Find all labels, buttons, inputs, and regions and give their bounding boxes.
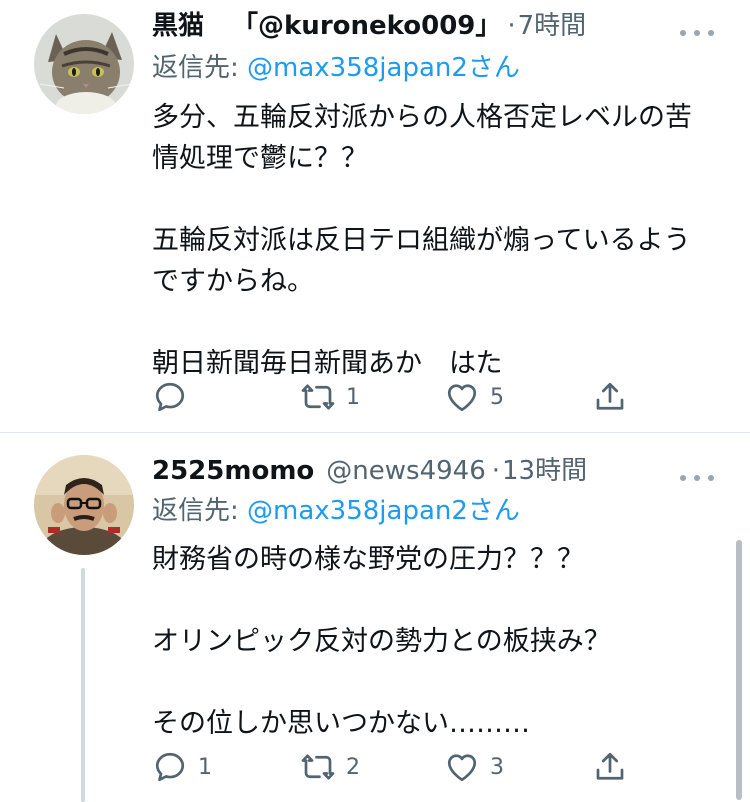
scrollbar[interactable] xyxy=(736,540,742,800)
reply-button[interactable] xyxy=(152,377,198,417)
tweet[interactable]: 2525momo @news4946 · 13時間 返信先: @max358ja… xyxy=(0,433,750,802)
avatar[interactable] xyxy=(34,14,134,114)
tweet-text-line: オリンピック反対の勢力との板挟み？ xyxy=(152,626,611,657)
like-button[interactable]: 3 xyxy=(444,747,504,787)
retweet-button[interactable]: 2 xyxy=(300,747,360,787)
share-button[interactable] xyxy=(592,747,628,787)
like-count: 5 xyxy=(490,384,504,410)
share-icon xyxy=(596,382,624,410)
tweet[interactable]: 黒猫 「@kuroneko009」 · 7時間 返信先: @max358japa… xyxy=(0,0,750,432)
share-button[interactable] xyxy=(592,377,628,417)
reply-count: 1 xyxy=(198,754,212,780)
more-icon[interactable] xyxy=(680,463,714,493)
reply-icon xyxy=(155,752,185,782)
heart-icon xyxy=(447,754,477,782)
display-name[interactable]: 2525momo xyxy=(152,453,314,489)
reply-to-handle[interactable]: @max358japan2さん xyxy=(247,53,520,83)
retweet-icon xyxy=(301,754,335,780)
tweet-text-line xyxy=(152,662,722,703)
tweet-text-line: 多分、五輪反対派からの人格否定レベルの苦 xyxy=(152,102,692,133)
user-handle[interactable]: @news4946 xyxy=(326,453,485,489)
timestamp[interactable]: 7時間 xyxy=(518,8,587,44)
tweet-actions: 1 5 xyxy=(152,377,632,417)
reply-icon xyxy=(155,382,185,412)
avatar[interactable] xyxy=(34,455,134,555)
timestamp[interactable]: 13時間 xyxy=(502,453,587,489)
tweet-text-line xyxy=(152,179,722,220)
cat-avatar-icon xyxy=(34,14,134,114)
tweet-actions: 1 2 3 xyxy=(152,747,632,787)
retweet-button[interactable]: 1 xyxy=(300,377,360,417)
reply-button[interactable]: 1 xyxy=(152,747,212,787)
tweet-text-line: 財務省の時の様な野党の圧力？？？ xyxy=(152,544,584,575)
tweet-body: 財務省の時の様な野党の圧力？？？ オリンピック反対の勢力との板挟み？ その位しか… xyxy=(152,539,722,744)
thread-line xyxy=(81,568,85,802)
like-count: 3 xyxy=(490,754,504,780)
tweet-text-line: 情処理で鬱に？？ xyxy=(152,143,368,174)
more-icon[interactable] xyxy=(680,18,714,48)
reply-to-label: 返信先: xyxy=(152,53,239,83)
tweet-text-line xyxy=(152,580,722,621)
person-avatar-icon xyxy=(34,455,134,555)
tweet-header: 2525momo @news4946 · 13時間 xyxy=(152,453,587,489)
heart-icon xyxy=(447,384,477,412)
separator-dot: · xyxy=(507,11,516,41)
retweet-count: 2 xyxy=(346,754,360,780)
tweet-body: 多分、五輪反対派からの人格否定レベルの苦 情処理で鬱に？？ 五輪反対派は反日テロ… xyxy=(152,97,722,384)
user-handle[interactable]: 「@kuroneko009」 xyxy=(232,8,501,44)
reply-to-label: 返信先: xyxy=(152,496,239,526)
display-name[interactable]: 黒猫 xyxy=(152,8,204,44)
tweet-text-line: ですからね。 xyxy=(152,266,314,297)
retweet-icon xyxy=(301,384,335,410)
like-button[interactable]: 5 xyxy=(444,377,504,417)
tweet-text-line: その位しか思いつかない……… xyxy=(152,708,530,739)
share-icon xyxy=(596,752,624,780)
reply-to-line: 返信先: @max358japan2さん xyxy=(152,50,520,86)
tweet-header: 黒猫 「@kuroneko009」 · 7時間 xyxy=(152,8,586,44)
tweet-text-line xyxy=(152,302,722,343)
separator-dot: · xyxy=(491,456,500,486)
retweet-count: 1 xyxy=(346,384,360,410)
reply-to-line: 返信先: @max358japan2さん xyxy=(152,493,520,529)
tweet-text-line: 五輪反対派は反日テロ組織が煽っているよう xyxy=(152,225,691,256)
reply-to-handle[interactable]: @max358japan2さん xyxy=(247,496,520,526)
